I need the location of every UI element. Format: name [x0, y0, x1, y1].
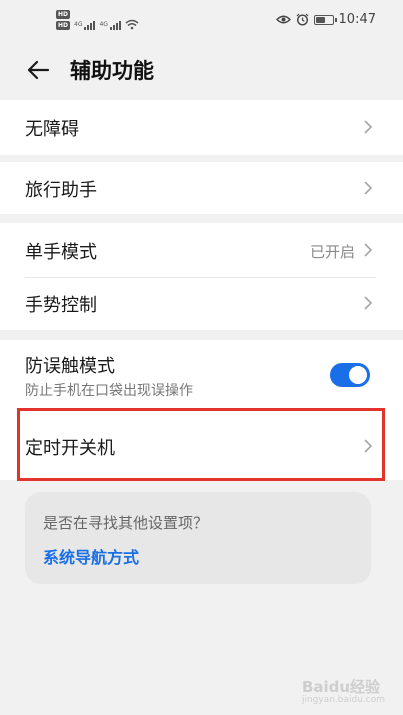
accidental-touch-toggle[interactable] — [330, 363, 370, 387]
hd-badge-2: HD — [56, 21, 71, 30]
row-label: 单手模式 — [25, 242, 97, 263]
suggestion-link-navigation[interactable]: 系统导航方式 — [43, 544, 139, 568]
row-label: 防误触模式 — [25, 356, 115, 377]
row-travel-assistant[interactable]: 旅行助手 — [0, 162, 403, 214]
chevron-right-icon — [364, 243, 373, 257]
chevron-right-icon — [364, 439, 373, 453]
chevron-right-icon — [364, 296, 373, 310]
row-label: 定时开关机 — [25, 438, 115, 459]
status-right: 10:47 — [275, 12, 376, 27]
row-accidental-touch: 防误触模式 防止手机在口袋出现误操作 — [0, 340, 403, 408]
back-arrow-icon[interactable] — [24, 56, 52, 84]
row-accessibility[interactable]: 无障碍 — [0, 100, 403, 155]
chevron-right-icon — [364, 181, 373, 195]
row-label: 无障碍 — [25, 119, 79, 140]
row-one-hand-mode[interactable]: 单手模式 已开启 — [0, 223, 403, 277]
card-travel-assistant: 旅行助手 — [0, 162, 403, 214]
alarm-icon — [296, 13, 308, 26]
page-header: 辅助功能 — [0, 40, 403, 100]
signal-area: HD HD 4G 4G — [56, 10, 139, 30]
row-scheduled-power[interactable]: 定时开关机 — [0, 410, 403, 480]
page-title: 辅助功能 — [70, 59, 154, 83]
row-label: 旅行助手 — [25, 180, 97, 201]
row-value: 已开启 — [309, 243, 355, 261]
signal-icon-1: 4G — [74, 21, 96, 30]
card-touch-power: 防误触模式 防止手机在口袋出现误操作 定时开关机 — [0, 340, 403, 480]
card-accessibility: 无障碍 — [0, 100, 403, 155]
hd-badge-1: HD — [56, 10, 71, 19]
row-gesture-control[interactable]: 手势控制 — [0, 278, 403, 330]
hd-badges: HD HD — [56, 10, 71, 30]
baidu-watermark: Baidu经验 jingyan.baidu.com — [302, 676, 385, 705]
wifi-icon — [125, 19, 139, 30]
eye-comfort-icon — [275, 15, 291, 24]
network-type-2: 4G — [99, 21, 108, 28]
clock: 10:47 — [338, 12, 376, 27]
watermark-domain: jingyan.baidu.com — [301, 695, 385, 705]
card-modes: 单手模式 已开启 手势控制 — [0, 223, 403, 330]
row-sublabel: 防止手机在口袋出现误操作 — [25, 383, 193, 399]
suggestion-card: 是否在寻找其他设置项？ 系统导航方式 — [25, 492, 371, 584]
battery-icon — [313, 14, 337, 25]
suggestion-question: 是否在寻找其他设置项？ — [43, 514, 209, 532]
status-bar: HD HD 4G 4G 10:47 — [0, 0, 403, 40]
watermark-brand: Baidu经验 — [301, 678, 381, 696]
network-type-1: 4G — [74, 21, 83, 28]
chevron-right-icon — [364, 120, 373, 134]
signal-icon-2: 4G — [99, 21, 121, 30]
toggle-knob — [349, 366, 367, 384]
row-label: 手势控制 — [25, 295, 97, 316]
